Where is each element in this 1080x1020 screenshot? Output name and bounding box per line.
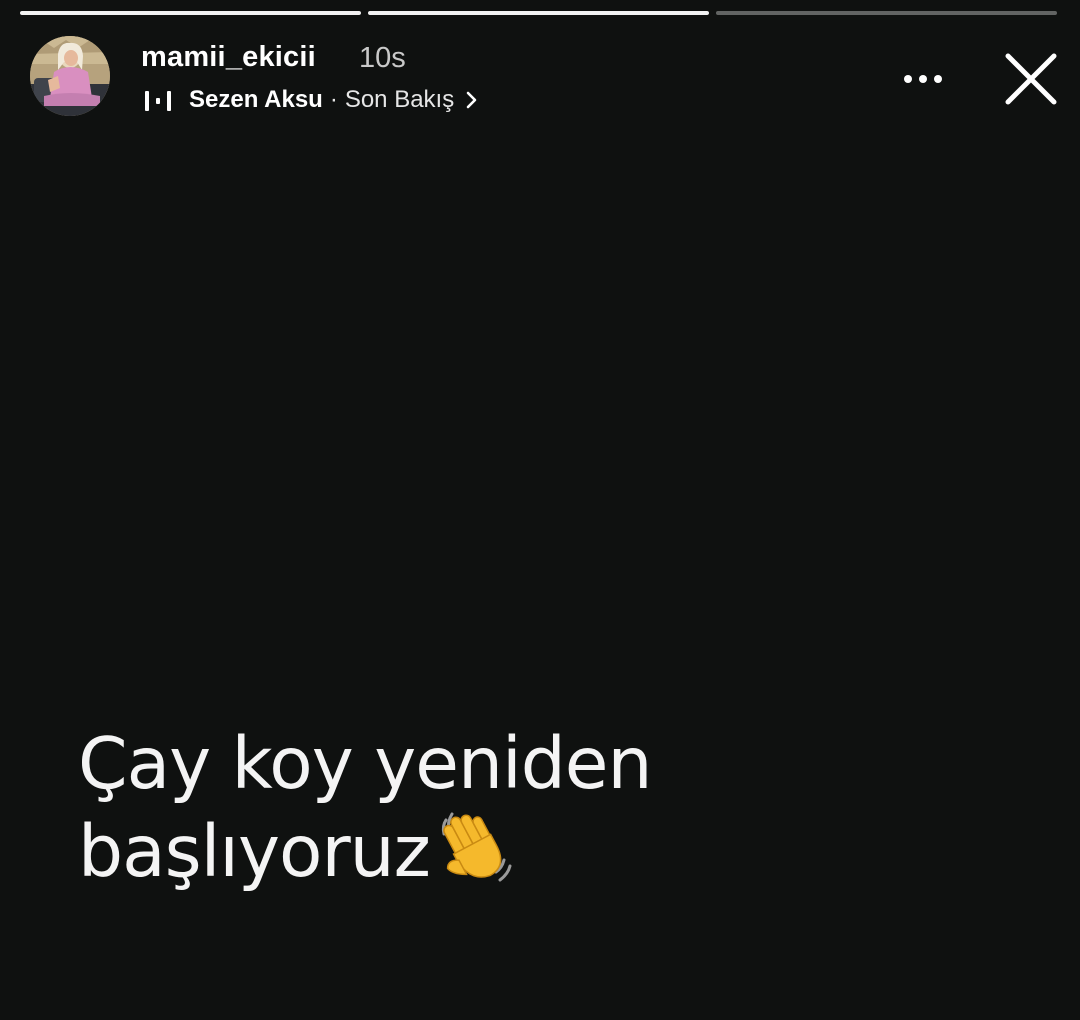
story-text-overlay: Çay koy yeniden başlıyoruz	[78, 722, 652, 894]
music-artist: Sezen Aksu	[189, 86, 323, 113]
story-progress-segment-2	[368, 11, 709, 15]
music-separator: ·	[329, 86, 338, 113]
more-options-icon	[904, 75, 942, 83]
music-bars-icon	[145, 91, 171, 111]
story-header: mamii_ekicii 10s Sezen Aksu · Son Bakış	[30, 34, 1060, 118]
story-progress-segment-3	[716, 11, 1057, 15]
story-timestamp: 10s	[359, 42, 406, 74]
close-button[interactable]	[1002, 50, 1060, 108]
story-text-line-2: başlıyoruz	[78, 810, 431, 893]
story-progress-fill	[368, 11, 709, 15]
waving-hand-icon	[441, 812, 512, 882]
story-progress-bars	[20, 11, 1057, 15]
avatar-photo-icon	[30, 36, 110, 116]
close-icon	[1005, 53, 1057, 105]
story-progress-segment-1	[20, 11, 361, 15]
story-text-line-2-wrapper: başlıyoruz	[78, 806, 651, 894]
story-music-attribution[interactable]: Sezen Aksu · Son Bakış	[144, 85, 479, 115]
music-song-title: Son Bakış	[344, 86, 455, 113]
story-username[interactable]: mamii_ekicii	[141, 41, 316, 74]
story-text-line-1: Çay koy yeniden	[78, 722, 652, 805]
story-progress-fill	[20, 11, 361, 15]
profile-avatar[interactable]	[30, 36, 110, 116]
more-options-button[interactable]	[900, 64, 948, 94]
chevron-right-icon	[466, 91, 477, 109]
